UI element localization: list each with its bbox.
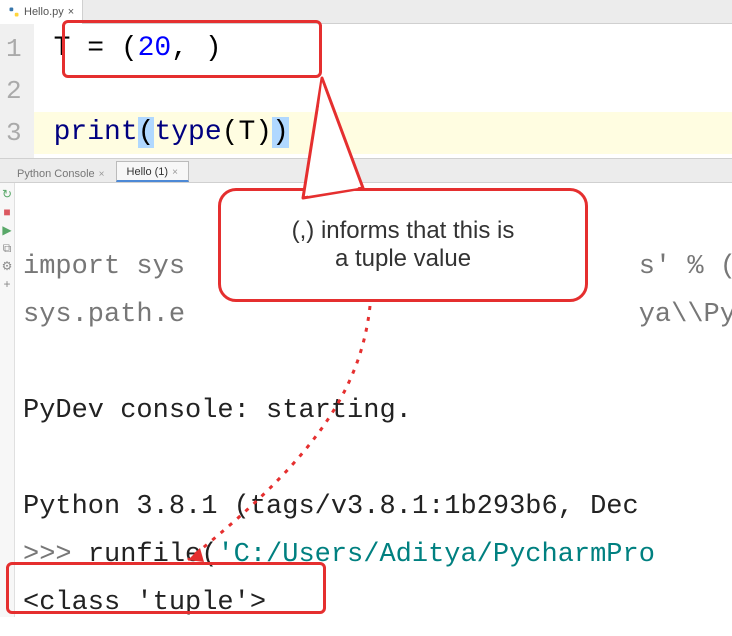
console-tab-python[interactable]: Python Console × (6, 163, 116, 182)
annotation-callout: (,) informs that this is a tuple value (218, 188, 588, 302)
editor-tab-bar: Hello.py × (0, 0, 732, 24)
rerun-icon[interactable]: ↻ (0, 187, 14, 201)
close-icon[interactable]: × (68, 6, 74, 18)
python-file-icon (8, 6, 20, 18)
link-icon[interactable]: ⧉ (0, 241, 14, 255)
line-number: 2 (6, 70, 22, 112)
console-tab-label: Hello (1) (127, 166, 169, 178)
editor-tab-label: Hello.py (24, 6, 64, 18)
console-tab-bar: Python Console × Hello (1) × (0, 159, 732, 183)
add-icon[interactable]: + (0, 277, 14, 291)
callout-text: (,) informs that this is (292, 217, 515, 245)
run-icon[interactable]: ▶ (0, 223, 14, 237)
stop-icon[interactable]: ■ (0, 205, 14, 219)
console-tab-hello[interactable]: Hello (1) × (116, 161, 189, 182)
settings-icon[interactable]: ⚙ (0, 259, 14, 273)
console-toolbar: ↻ ■ ▶ ⧉ ⚙ + (0, 183, 15, 617)
code-line-3[interactable]: print(type(T)) (34, 112, 732, 154)
line-number: 1 (6, 28, 22, 70)
close-icon[interactable]: × (99, 169, 105, 180)
gutter: 1 2 3 (0, 24, 34, 158)
code-line-2[interactable] (34, 70, 732, 112)
line-number: 3 (6, 112, 22, 154)
editor-area: 1 2 3 T = (20, ) print(type(T)) (0, 24, 732, 159)
close-icon[interactable]: × (172, 167, 178, 178)
editor-tab-hello[interactable]: Hello.py × (0, 0, 83, 24)
console-tab-label: Python Console (17, 168, 95, 180)
code-column[interactable]: T = (20, ) print(type(T)) (34, 24, 732, 158)
callout-text: a tuple value (292, 245, 515, 273)
code-line-1[interactable]: T = (20, ) (34, 28, 732, 70)
